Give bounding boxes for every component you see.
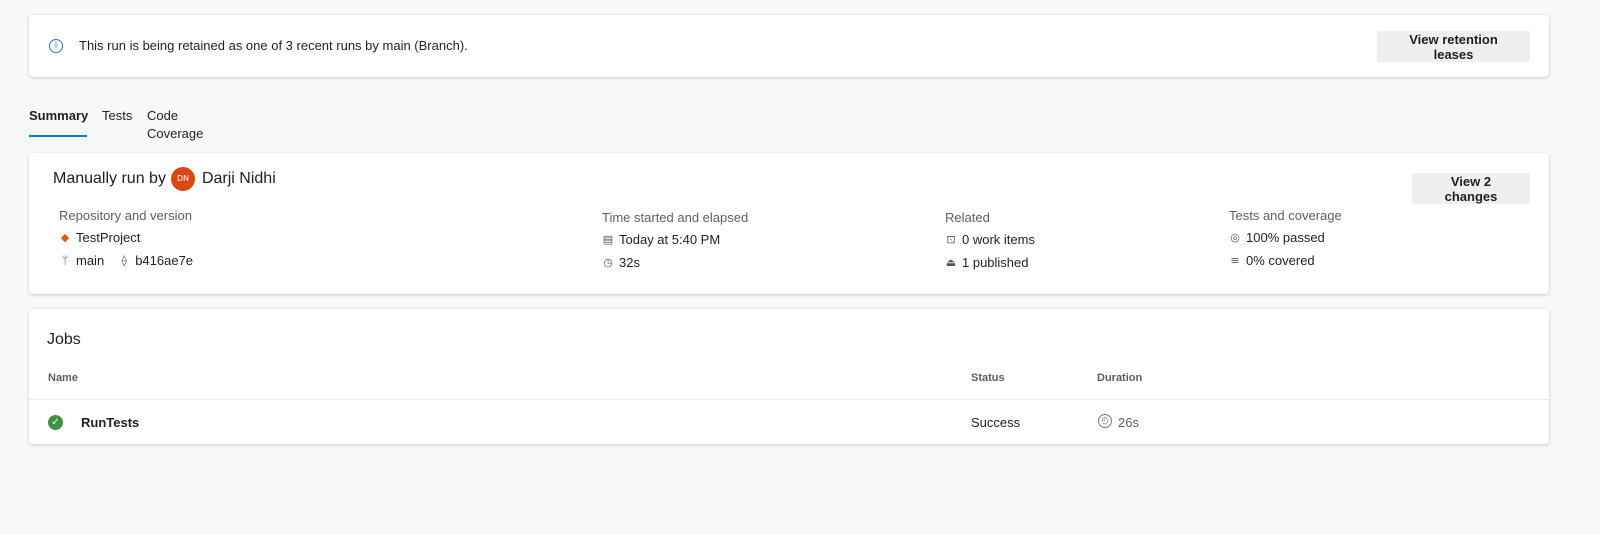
artifact-icon: ⏏ bbox=[945, 255, 957, 269]
success-icon: ✓ bbox=[48, 415, 63, 430]
calendar-icon: ▤ bbox=[602, 232, 614, 246]
branch-link[interactable]: main bbox=[76, 253, 104, 268]
time-elapsed: 32s bbox=[619, 255, 640, 270]
repo-name-link[interactable]: TestProject bbox=[76, 230, 140, 245]
job-duration: 26s bbox=[1118, 415, 1139, 430]
avatar: DN bbox=[170, 167, 195, 191]
tab-code-coverage[interactable]: Code Coverage bbox=[147, 107, 203, 141]
time-heading: Time started and elapsed bbox=[602, 210, 749, 225]
column-header-duration: Duration bbox=[1097, 372, 1143, 384]
table-row[interactable]: ✓ RunTests Success ◴ 26s bbox=[29, 400, 1549, 444]
commit-icon: ⟠ bbox=[121, 253, 127, 267]
tab-tests[interactable]: Tests bbox=[102, 107, 132, 137]
related-heading: Related bbox=[945, 210, 990, 225]
clock-icon: ◴ bbox=[1098, 414, 1112, 428]
job-status: Success bbox=[971, 415, 1021, 430]
retention-message: This run is being retained as one of 3 r… bbox=[79, 38, 468, 53]
time-started: Today at 5:40 PM bbox=[619, 232, 721, 247]
view-changes-button[interactable]: View 2 changes bbox=[1412, 173, 1530, 204]
run-title: Manually run by DN Darji Nidhi bbox=[53, 167, 276, 191]
job-name: RunTests bbox=[81, 415, 140, 430]
clock-icon: ◷ bbox=[603, 255, 613, 269]
jobs-heading: Jobs bbox=[47, 331, 81, 348]
related-section: Related ⊡ 0 work items ⏏ 1 published bbox=[945, 210, 1035, 278]
retention-banner: i This run is being retained as one of 3… bbox=[29, 15, 1549, 77]
tests-section: Tests and coverage ◎ 100% passed ≡ 0% co… bbox=[1229, 208, 1342, 276]
view-retention-leases-button[interactable]: View retention leases bbox=[1377, 31, 1530, 62]
time-section: Time started and elapsed ▤ Today at 5:40… bbox=[602, 210, 748, 278]
tests-heading: Tests and coverage bbox=[1229, 208, 1342, 223]
check-circle-icon: ◎ bbox=[1230, 230, 1240, 244]
published-link[interactable]: 1 published bbox=[962, 255, 1029, 270]
jobs-card: Jobs Name Status Duration ✓ RunTests Suc… bbox=[29, 309, 1549, 444]
repo-icon: ◆ bbox=[60, 230, 70, 244]
repository-section: Repository and version ◆ TestProject ᛘ m… bbox=[59, 208, 193, 276]
column-header-status: Status bbox=[971, 372, 1005, 384]
coverage-link[interactable]: 0% covered bbox=[1246, 253, 1315, 268]
run-by-label: Manually run by bbox=[53, 170, 166, 187]
commit-link[interactable]: b416ae7e bbox=[135, 253, 193, 268]
info-icon: i bbox=[49, 39, 63, 53]
run-summary-card: Manually run by DN Darji Nidhi View 2 ch… bbox=[29, 153, 1549, 294]
repository-heading: Repository and version bbox=[59, 208, 192, 223]
coverage-icon: ≡ bbox=[1230, 253, 1240, 267]
work-item-icon: ⊡ bbox=[946, 232, 956, 246]
branch-icon: ᛘ bbox=[61, 253, 69, 267]
user-name[interactable]: Darji Nidhi bbox=[202, 170, 276, 188]
tab-summary[interactable]: Summary bbox=[29, 107, 88, 137]
work-items-link[interactable]: 0 work items bbox=[962, 232, 1035, 247]
column-header-name: Name bbox=[48, 372, 78, 384]
tests-passed-link[interactable]: 100% passed bbox=[1246, 230, 1325, 245]
